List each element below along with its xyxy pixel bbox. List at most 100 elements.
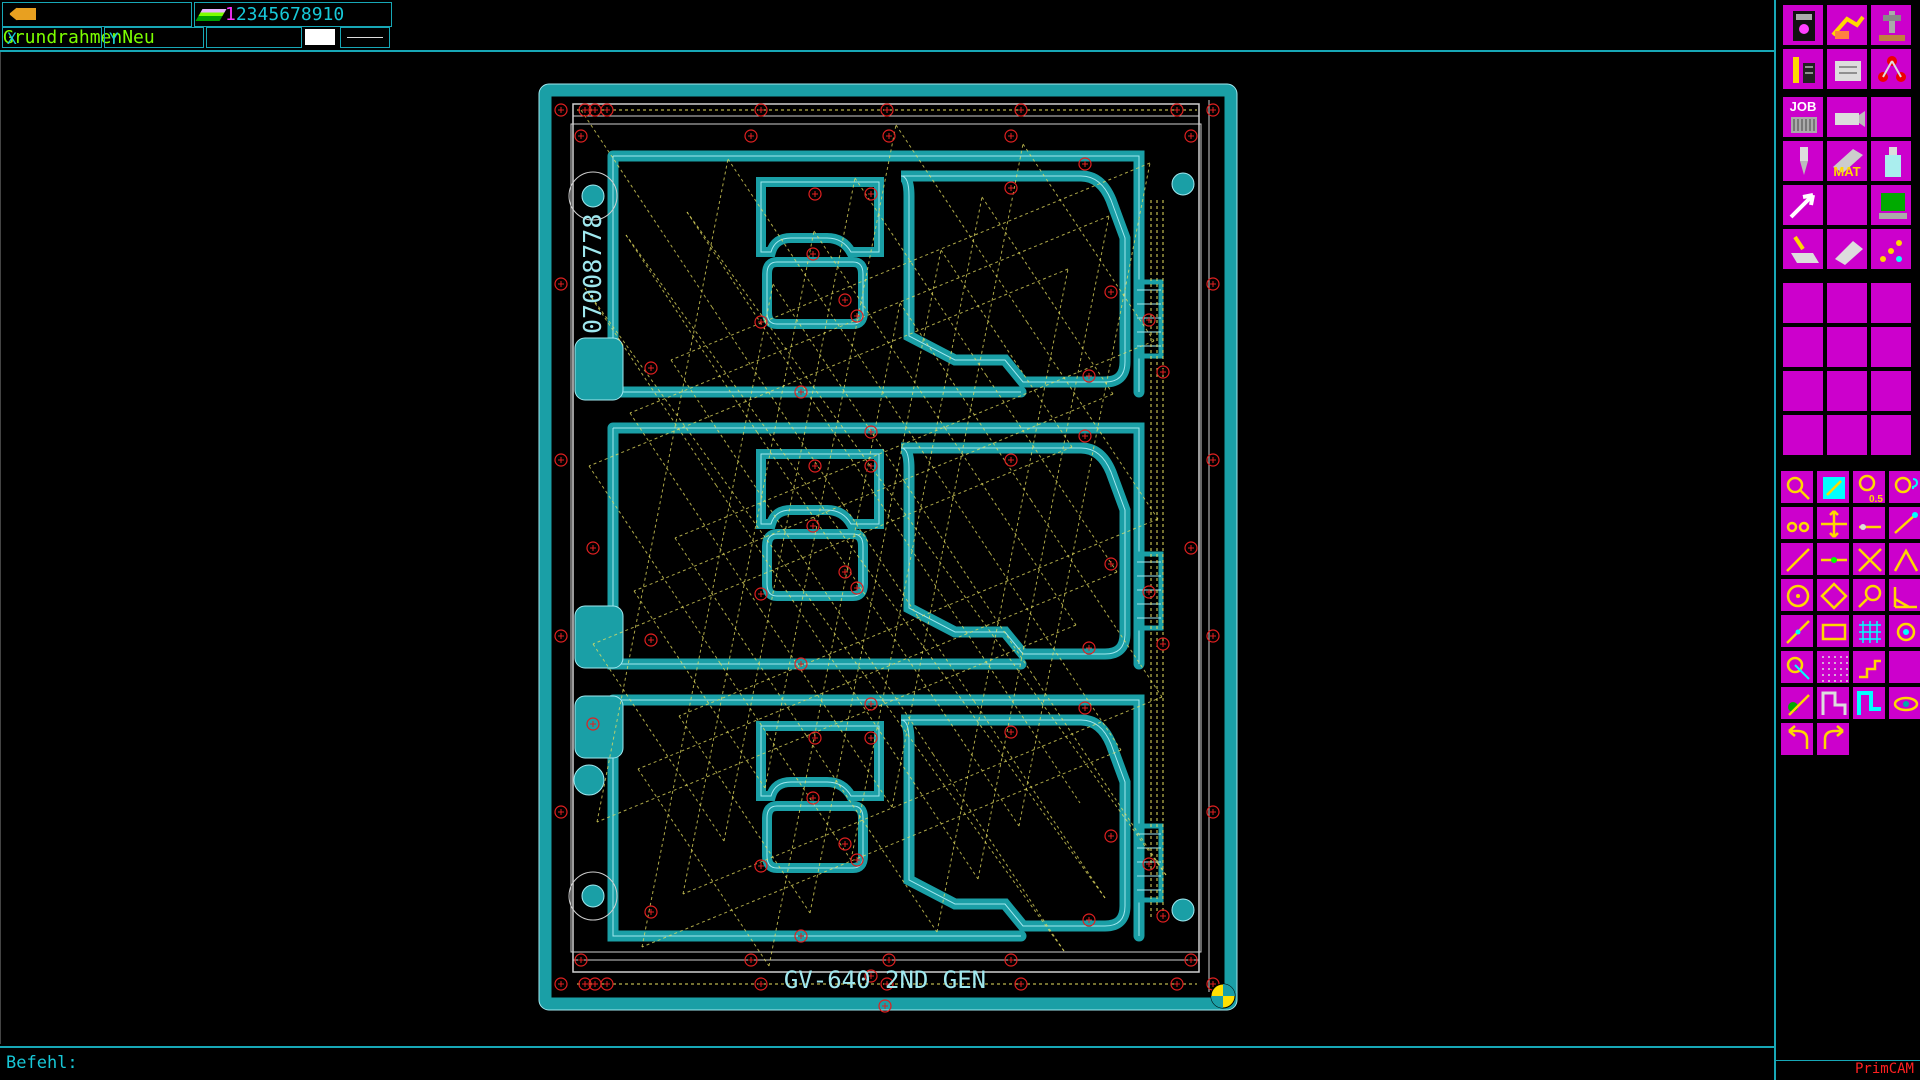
drill-hole <box>838 565 852 579</box>
tool-info-icon[interactable] <box>1782 48 1824 90</box>
circle-icon[interactable] <box>1780 578 1814 612</box>
empty-slot-3[interactable] <box>1782 282 1824 324</box>
mesh-icon[interactable] <box>1852 614 1886 648</box>
midpoint-icon[interactable] <box>1816 542 1850 576</box>
drill-hole <box>554 629 568 643</box>
mat-button[interactable]: MAT <box>1826 140 1868 182</box>
empty-slot-6[interactable] <box>1782 326 1824 368</box>
hand-draw-icon[interactable] <box>1826 4 1868 46</box>
drill-hole <box>1156 909 1170 923</box>
path-icon[interactable] <box>1852 686 1886 720</box>
eraser-icon[interactable] <box>1826 228 1868 270</box>
snap-icon[interactable] <box>1888 506 1920 540</box>
intersect-icon[interactable] <box>1852 542 1886 576</box>
toolpath-segment <box>973 700 1106 899</box>
cad-drawing[interactable]: 07008778 GV-640 2ND GEN <box>1 52 1773 1044</box>
node-icon[interactable] <box>1780 650 1814 684</box>
empty-tool-icon[interactable] <box>1888 650 1920 684</box>
empty-slot-1[interactable] <box>1870 96 1912 138</box>
coord-x-label: X <box>7 29 17 48</box>
drill-hole <box>808 459 822 473</box>
empty-slot-12[interactable] <box>1782 414 1824 456</box>
empty-slot-5[interactable] <box>1870 282 1912 324</box>
arc-icon[interactable] <box>1852 578 1886 612</box>
empty-slot-13[interactable] <box>1826 414 1868 456</box>
import-icon[interactable] <box>1782 228 1824 270</box>
measure-icon[interactable] <box>1852 506 1886 540</box>
line-style-selector[interactable] <box>340 27 390 48</box>
monitor-icon[interactable] <box>1870 184 1912 226</box>
arrow-tool-icon[interactable] <box>1782 184 1824 226</box>
drill-hole <box>1142 857 1156 871</box>
stair-icon[interactable] <box>1816 686 1850 720</box>
boss-top-right <box>1171 172 1195 196</box>
gear-tool-icon[interactable] <box>1888 614 1920 648</box>
toolpath-segment <box>719 662 852 861</box>
empty-slot-2[interactable] <box>1826 184 1868 226</box>
job-button[interactable]: JOB <box>1782 96 1824 138</box>
molecule-icon[interactable] <box>1870 48 1912 90</box>
drill-hole <box>744 129 758 143</box>
empty-slot-11[interactable] <box>1870 370 1912 412</box>
contour-main <box>900 170 1131 388</box>
rectangle-icon[interactable] <box>1816 614 1850 648</box>
drill-hole <box>1142 585 1156 599</box>
drill-hole <box>586 541 600 555</box>
toolpath-segment <box>678 715 811 914</box>
pan-icon[interactable] <box>1816 506 1850 540</box>
mat-label: MAT <box>1833 164 1861 179</box>
empty-slot-9[interactable] <box>1782 370 1824 412</box>
eye-icon[interactable] <box>1888 686 1920 720</box>
line-icon[interactable] <box>1780 542 1814 576</box>
zoom-window-icon[interactable] <box>1816 470 1850 504</box>
drill-hole <box>1104 829 1118 843</box>
view-glasses-icon[interactable] <box>1780 506 1814 540</box>
origin-marker-icon[interactable] <box>1210 983 1236 1009</box>
app-brand: PrimCAM <box>1774 1060 1920 1080</box>
layer-selector[interactable]: 12345678910 <box>194 2 392 27</box>
toolpath-segment <box>633 590 766 789</box>
drill-hole <box>554 277 568 291</box>
toolpath-segment <box>985 374 1118 573</box>
toolpath-lines <box>577 109 1197 985</box>
color-swatch[interactable] <box>305 29 335 45</box>
top-toolbar: GrundrahmenNeu 12345678910 X Y <box>0 0 1774 52</box>
empty-slot-4[interactable] <box>1826 282 1868 324</box>
press-icon[interactable] <box>1870 4 1912 46</box>
redo-icon[interactable] <box>1816 722 1850 756</box>
polygon-icon[interactable] <box>1816 578 1850 612</box>
drill-hole <box>554 977 568 991</box>
svg-text:0.5: 0.5 <box>1869 494 1883 504</box>
segment-icon[interactable] <box>1780 614 1814 648</box>
offset-icon[interactable] <box>1852 650 1886 684</box>
dimension-icon[interactable] <box>1888 578 1920 612</box>
drawing-canvas[interactable]: 07008778 GV-640 2ND GEN <box>0 52 1775 1044</box>
layer-active[interactable]: 1 <box>225 4 236 25</box>
drill-icon[interactable] <box>1782 140 1824 182</box>
command-line[interactable]: Befehl: <box>0 1046 1774 1078</box>
machine-icon[interactable] <box>1782 4 1824 46</box>
pocket-lower <box>762 801 868 873</box>
bottle-icon[interactable] <box>1870 140 1912 182</box>
drill-hole <box>554 103 568 117</box>
toolpath-segment <box>678 518 1159 717</box>
empty-slot-8[interactable] <box>1870 326 1912 368</box>
outer-board-edge <box>538 83 1238 1011</box>
zoom-query-icon[interactable] <box>1888 470 1920 504</box>
layer-numbers[interactable]: 2345678910 <box>236 4 344 25</box>
empty-slot-14[interactable] <box>1870 414 1912 456</box>
check-icon[interactable] <box>1780 686 1814 720</box>
file-name-field[interactable]: GrundrahmenNeu <box>2 2 192 48</box>
drill-hole <box>1004 725 1018 739</box>
camera-icon[interactable] <box>1826 96 1868 138</box>
settings-icon[interactable] <box>1826 48 1868 90</box>
grid-points-icon[interactable] <box>1870 228 1912 270</box>
angle-icon[interactable] <box>1888 542 1920 576</box>
zoom-icon[interactable] <box>1780 470 1814 504</box>
empty-slot-10[interactable] <box>1826 370 1868 412</box>
zoom-half-icon[interactable]: 0.5 <box>1852 470 1886 504</box>
dot-grid-icon[interactable] <box>1816 650 1850 684</box>
empty-slot-7[interactable] <box>1826 326 1868 368</box>
boss-bottom-right <box>1171 898 1195 922</box>
undo-icon[interactable] <box>1780 722 1814 756</box>
